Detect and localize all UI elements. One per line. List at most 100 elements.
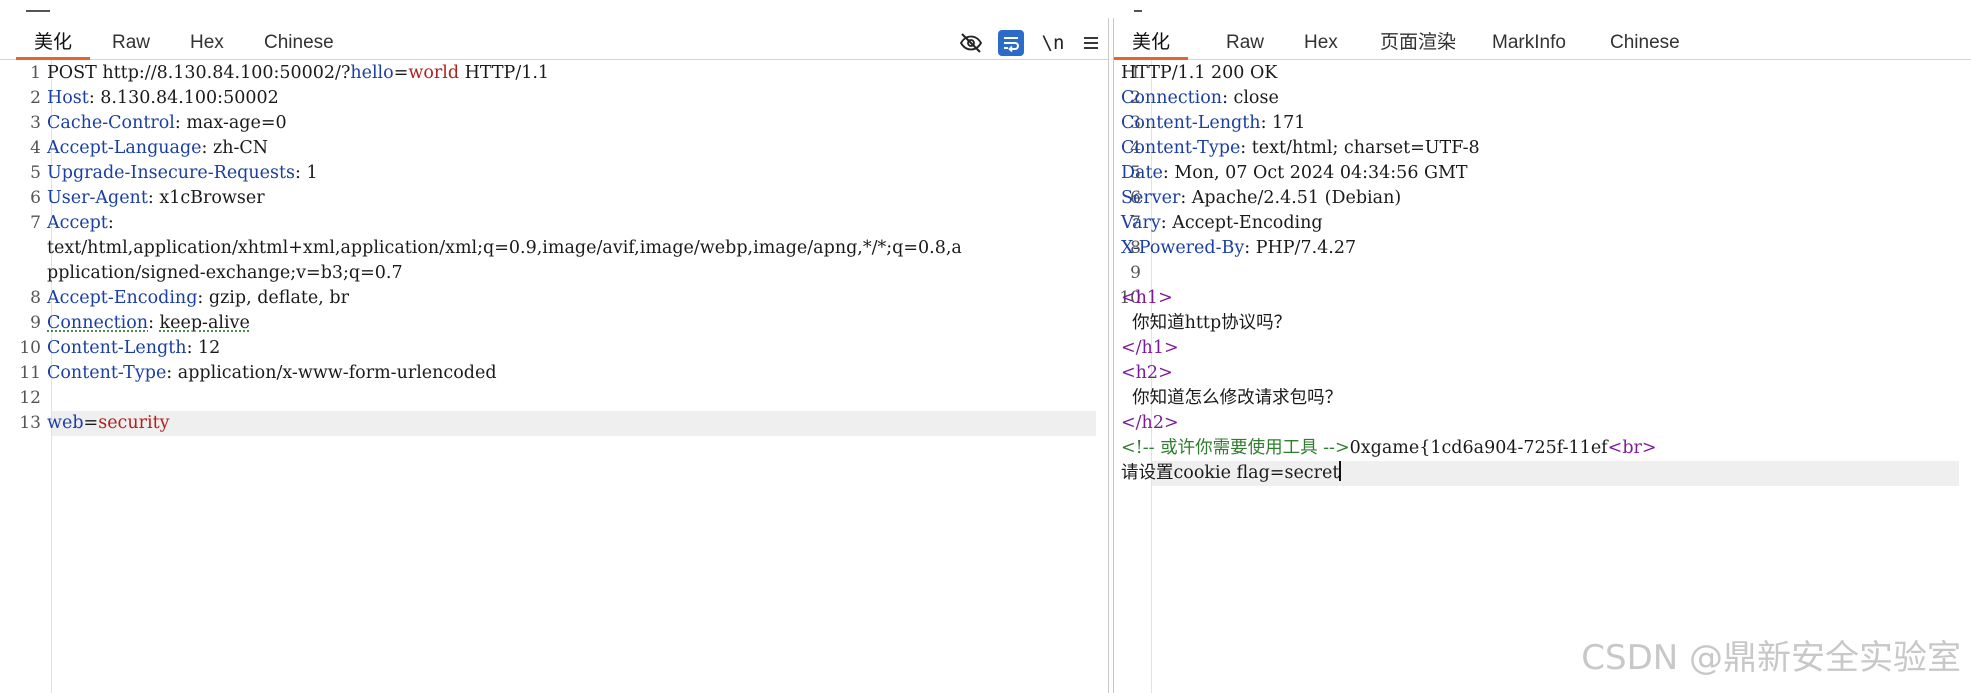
line-number: 9: [30, 313, 41, 333]
line-number: 6: [30, 188, 41, 208]
code-text: Accept:: [47, 211, 1100, 236]
text-caret: [1339, 461, 1342, 481]
response-panel: 美化 Raw Hex 页面渲染 MarkInfo Chinese 1 HTTP/1…: [1114, 0, 1971, 693]
header-separator: :: [186, 338, 199, 358]
header-value: Mon, 07 Oct 2024 04:34:56 GMT: [1174, 163, 1468, 183]
response-tab-raw[interactable]: Raw: [1208, 32, 1282, 60]
header-value: keep-alive: [159, 313, 250, 333]
header-separator: :: [148, 313, 160, 333]
line-number: 4: [30, 138, 41, 158]
code-text: Upgrade-Insecure-Requests: 1: [47, 161, 1100, 186]
header-separator: :: [1160, 213, 1173, 233]
code-line: 1 HTTP/1.1 200 OK: [1114, 61, 1971, 86]
request-editor[interactable]: 1 POST http://8.130.84.100:50002/?hello=w…: [0, 60, 1108, 693]
csdn-watermark: CSDN @鼎新安全实验室: [1581, 638, 1961, 678]
response-tabbar: 美化 Raw Hex 页面渲染 MarkInfo Chinese: [1114, 26, 1971, 60]
header-separator: :: [201, 138, 214, 158]
code-text: 你知道怎么修改请求包吗？: [1121, 386, 1963, 411]
header-value: text/html; charset=UTF-8: [1251, 138, 1480, 158]
code-line: 11 Content-Type: application/x-www-form-u…: [0, 361, 1108, 386]
body-param-value: security: [98, 413, 170, 433]
header-value: application/x-www-form-urlencoded: [177, 363, 497, 383]
code-line: <!-- 或许你需要使用工具 -->0xgame{1cd6a904-725f-1…: [1114, 436, 1971, 461]
code-line: <h2>: [1114, 361, 1971, 386]
code-line: 5 Upgrade-Insecure-Requests: 1: [0, 161, 1108, 186]
code-value: HTTP/1.1 200 OK: [1121, 63, 1278, 83]
newline-toggle-button[interactable]: \n: [1040, 30, 1066, 56]
code-text: Content-Type: text/html; charset=UTF-8: [1121, 136, 1963, 161]
header-value: Accept-Encoding: [1172, 213, 1323, 233]
html-tag: </h2>: [1121, 413, 1179, 433]
header-separator: :: [88, 88, 101, 108]
code-line: 3 Cache-Control: max-age=0: [0, 111, 1108, 136]
header-name: Content-Type: [47, 363, 167, 383]
header-name: User-Agent: [47, 188, 148, 208]
code-text: Cache-Control: max-age=0: [47, 111, 1100, 136]
html-tag: <h1>: [1121, 288, 1173, 308]
http-protocol: HTTP/1.1: [459, 63, 550, 83]
code-text: Accept-Encoding: gzip, deflate, br: [47, 286, 1100, 311]
response-tab-render[interactable]: 页面渲染: [1362, 32, 1474, 60]
code-line: 6 Server: Apache/2.4.51 (Debian): [1114, 186, 1971, 211]
header-name: Connection: [1121, 88, 1223, 108]
html-text: 你知道怎么修改请求包吗？: [1121, 388, 1343, 408]
header-separator: :: [174, 113, 187, 133]
header-name: Accept-Language: [47, 138, 202, 158]
response-tab-pretty[interactable]: 美化: [1114, 32, 1189, 60]
code-line: 12: [0, 386, 1108, 411]
code-line: 4 Accept-Language: zh-CN: [0, 136, 1108, 161]
code-line: 4 Content-Type: text/html; charset=UTF-8: [1114, 136, 1971, 161]
request-tab-hex[interactable]: Hex: [172, 32, 242, 60]
code-line: </h2>: [1114, 411, 1971, 436]
eye-slash-icon[interactable]: [958, 30, 984, 56]
hamburger-menu-icon[interactable]: [1078, 30, 1104, 56]
header-name: X-Powered-By: [1121, 238, 1245, 258]
header-value: 171: [1272, 113, 1306, 133]
code-line: 7 Accept:: [0, 211, 1108, 236]
header-name: Content-Type: [1121, 138, 1241, 158]
response-tab-markinfo[interactable]: MarkInfo: [1474, 32, 1584, 60]
html-text: 请设置cookie flag=secret: [1121, 463, 1340, 483]
code-text: Connection: close: [1121, 86, 1963, 111]
html-tag: <h2>: [1121, 363, 1173, 383]
html-tag: <br>: [1607, 438, 1657, 458]
line-number: 8: [30, 288, 41, 308]
word-wrap-icon[interactable]: [998, 30, 1024, 56]
header-name: Date: [1121, 163, 1163, 183]
request-tab-raw[interactable]: Raw: [94, 32, 168, 60]
response-tab-hex[interactable]: Hex: [1286, 32, 1356, 60]
code-line: 2 Host: 8.130.84.100:50002: [0, 86, 1108, 111]
header-name: Server: [1121, 188, 1181, 208]
code-text: Connection: keep-alive: [47, 311, 1100, 336]
code-line: 6 User-Agent: x1cBrowser: [0, 186, 1108, 211]
response-editor[interactable]: 1 HTTP/1.1 200 OK 2 Connection: close 3 Conte…: [1114, 60, 1971, 693]
line-number: 5: [30, 163, 41, 183]
header-name: Upgrade-Insecure-Requests: [47, 163, 296, 183]
header-separator: :: [295, 163, 307, 183]
code-line: 你知道怎么修改请求包吗？: [1114, 386, 1971, 411]
line-number: 9: [1130, 263, 1141, 283]
code-text: POST http://8.130.84.100:50002/?hello=wo…: [47, 61, 1100, 86]
code-text: Server: Apache/2.4.51 (Debian): [1121, 186, 1963, 211]
line-number: 10: [19, 338, 41, 358]
code-text: web=security: [47, 411, 1100, 436]
line-number: 11: [19, 363, 41, 383]
header-value: gzip, deflate, br: [208, 288, 349, 308]
code-line: text/html,application/xhtml+xml,applicat…: [0, 236, 1108, 261]
header-name: Cache-Control: [47, 113, 175, 133]
header-separator: :: [197, 288, 209, 308]
request-panel: 美化 Raw Hex Chinese \n 1 POST http://8.130…: [0, 0, 1108, 693]
header-separator: :: [166, 363, 178, 383]
request-tab-pretty[interactable]: 美化: [16, 32, 91, 60]
code-text: <!-- 或许你需要使用工具 -->0xgame{1cd6a904-725f-1…: [1121, 436, 1963, 461]
code-text: <h1>: [1121, 286, 1963, 311]
header-value: Apache/2.4.51 (Debian): [1191, 188, 1402, 208]
html-text: 0xgame{1cd6a904-725f-11ef: [1349, 438, 1608, 458]
code-line: 10 <h1>: [1114, 286, 1971, 311]
response-tab-chinese[interactable]: Chinese: [1592, 32, 1698, 60]
http-method: POST: [47, 63, 97, 83]
header-separator: :: [1260, 113, 1273, 133]
request-tab-chinese[interactable]: Chinese: [246, 32, 352, 60]
header-separator: :: [1244, 238, 1256, 258]
equals-sign: =: [83, 413, 99, 433]
